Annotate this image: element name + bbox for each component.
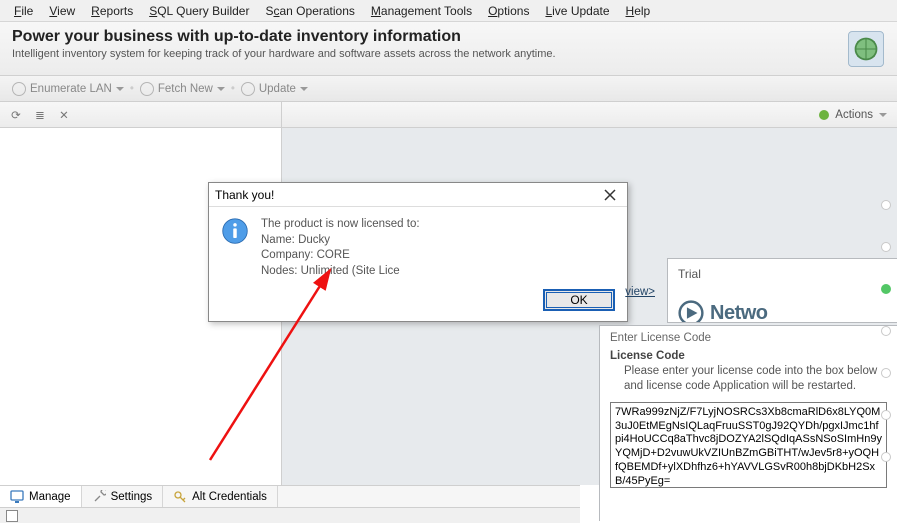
dialog-line4: Nodes: Unlimited (Site Lice [261,264,420,280]
dialog-line3: Company: CORE [261,248,420,264]
license-panel: Enter License Code License Code Please e… [599,325,897,521]
close-button[interactable] [599,186,621,204]
trial-panel: Trial Netwo [667,258,897,323]
chevron-down-icon [217,87,225,91]
indicator-dot[interactable] [881,368,891,378]
menu-help[interactable]: Help [618,2,659,20]
list-icon[interactable]: ≣ [32,107,48,123]
license-code-input[interactable] [610,402,887,488]
actions-button[interactable]: Actions [835,109,873,121]
menu-scan[interactable]: Scan Operations [257,2,362,20]
fetch-icon [140,82,154,96]
delete-icon[interactable]: ✕ [56,107,72,123]
info-icon [221,217,249,279]
tab-manage[interactable]: Manage [0,486,82,507]
secondary-toolbar: ⟳ ≣ ✕ Actions [0,102,897,128]
banner-subtitle: Intelligent inventory system for keeping… [12,48,885,60]
app-logo-icon [845,28,887,70]
chevron-down-icon [300,87,308,91]
indicator-dot-active[interactable] [881,284,891,294]
license-confirmation-dialog: Thank you! The product is now licensed t… [208,182,628,322]
banner-title: Power your business with up-to-date inve… [12,28,885,46]
status-bar [0,507,580,523]
toolbar: Enumerate LAN • Fetch New • Update [0,76,897,102]
indicator-dot[interactable] [881,200,891,210]
update-icon [241,82,255,96]
toolbar-enumerate-lan[interactable]: Enumerate LAN [6,80,130,98]
dialog-line1: The product is now licensed to: [261,217,420,233]
status-icon[interactable] [6,510,18,522]
menu-mgmt[interactable]: Management Tools [363,2,480,20]
brand-icon [678,300,704,323]
key-icon [173,490,187,504]
view-link[interactable]: view> [625,286,655,298]
license-header: Enter License Code [610,332,887,344]
brand-text: Netwo [710,302,768,324]
tab-settings[interactable]: Settings [82,486,164,507]
indicator-dot[interactable] [881,326,891,336]
status-dot-icon [819,110,829,120]
refresh-icon[interactable]: ⟳ [8,107,24,123]
chevron-down-icon [116,87,124,91]
toolbar-update[interactable]: Update [235,80,314,98]
indicator-dot[interactable] [881,242,891,252]
tab-alt-credentials[interactable]: Alt Credentials [163,486,278,507]
indicator-dot[interactable] [881,452,891,462]
wrench-icon [92,490,106,504]
dialog-title: Thank you! [215,188,274,202]
indicator-dot[interactable] [881,410,891,420]
license-subheader: License Code [610,350,887,362]
dialog-line2: Name: Ducky [261,233,420,249]
menu-live[interactable]: Live Update [537,2,617,20]
ok-button[interactable]: OK [543,289,615,311]
close-icon [604,189,616,201]
broadcast-icon [12,82,26,96]
menu-options[interactable]: Options [480,2,537,20]
chevron-down-icon [879,113,887,117]
banner: Power your business with up-to-date inve… [0,22,897,76]
menu-view[interactable]: View [41,2,83,20]
toolbar-fetch-new[interactable]: Fetch New [134,80,231,98]
menu-bar: File View Reports SQL Query Builder Scan… [0,0,897,22]
monitor-icon [10,490,24,504]
menu-sql[interactable]: SQL Query Builder [141,2,257,20]
menu-file[interactable]: File [6,2,41,20]
bottom-tabs: Manage Settings Alt Credentials [0,485,580,507]
trial-label: Trial [678,267,887,281]
license-description: Please enter your license code into the … [610,364,887,394]
menu-reports[interactable]: Reports [83,2,141,20]
side-indicators [877,200,895,462]
